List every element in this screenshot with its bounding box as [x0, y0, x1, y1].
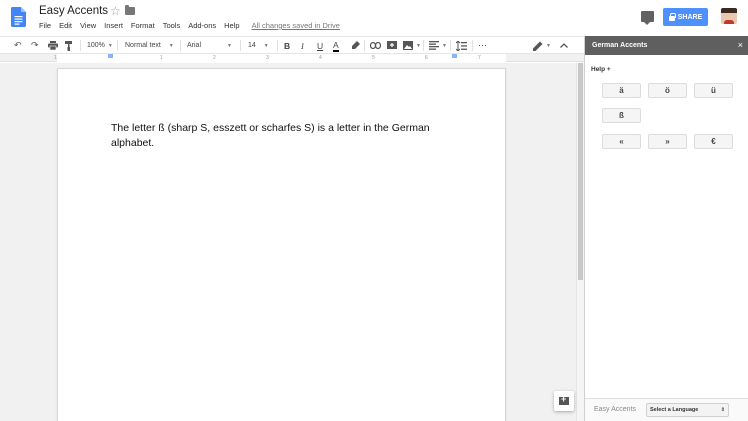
sidebar-header: German Accents ×: [585, 36, 748, 55]
ruler-number: 3: [266, 55, 269, 61]
scrollbar-thumb[interactable]: [578, 63, 583, 280]
toolbar-divider: [450, 40, 451, 51]
font-size-select[interactable]: 14 ▼: [248, 40, 269, 51]
folder-icon[interactable]: [125, 5, 135, 15]
ruler-number: 4: [319, 55, 322, 61]
comments-icon[interactable]: [641, 11, 654, 25]
font-value: Arial: [187, 42, 202, 49]
ruler-page-area: [57, 54, 506, 62]
save-status[interactable]: All changes saved in Drive: [252, 21, 340, 30]
underline-button[interactable]: U: [317, 40, 323, 51]
menu-view[interactable]: View: [80, 21, 96, 30]
language-select[interactable]: Select a Language ⇕: [646, 403, 729, 417]
docs-logo-icon[interactable]: [11, 7, 26, 27]
select-arrows-icon: ⇕: [720, 407, 725, 413]
style-value: Normal text: [125, 42, 161, 49]
toolbar-divider: [277, 40, 278, 51]
add-comment-icon: [559, 394, 569, 405]
menu-add-ons[interactable]: Add-ons: [188, 21, 216, 30]
menu-insert[interactable]: Insert: [104, 21, 123, 30]
share-button[interactable]: SHARE: [663, 8, 708, 26]
zoom-select[interactable]: 100% ▼: [87, 40, 113, 51]
style-select[interactable]: Normal text ▼: [125, 40, 174, 51]
menu-help[interactable]: Help: [224, 21, 239, 30]
menu-edit[interactable]: Edit: [59, 21, 72, 30]
star-icon[interactable]: ☆: [110, 4, 121, 18]
menu-tools[interactable]: Tools: [163, 21, 181, 30]
accent-euro-button[interactable]: €: [694, 134, 733, 149]
addon-sidebar: German Accents × Help + ä ö ü ß « » € Ea…: [584, 36, 748, 421]
line-spacing-icon[interactable]: [456, 40, 467, 51]
right-indent-marker[interactable]: [452, 54, 457, 58]
redo-icon[interactable]: ↷: [31, 40, 39, 51]
accent-right-guillemet-button[interactable]: »: [648, 134, 687, 149]
document-page[interactable]: The letter ß (sharp S, esszett or scharf…: [57, 68, 506, 421]
menu-file[interactable]: File: [39, 21, 51, 30]
ruler-number: 5: [372, 55, 375, 61]
chevron-down-icon: ▼: [168, 42, 174, 49]
app-header: Easy Accents ☆ File Edit View Insert For…: [0, 0, 748, 36]
share-label: SHARE: [677, 13, 703, 21]
menu-format[interactable]: Format: [131, 21, 155, 30]
avatar[interactable]: [721, 8, 737, 24]
sidebar-footer: Easy Accents Select a Language ⇕: [585, 398, 748, 421]
indent-marker[interactable]: [108, 54, 113, 58]
text-color-button[interactable]: A: [333, 40, 339, 52]
more-options-icon[interactable]: ⋯: [478, 40, 487, 51]
editing-mode-icon[interactable]: ▼: [533, 40, 551, 51]
chevron-down-icon: ▼: [442, 42, 447, 49]
toolbar: ↶ ↷ 100% ▼ Normal text ▼ Arial ▼ 14 ▼ B I U …: [0, 36, 584, 54]
ruler-number: 1: [160, 55, 163, 61]
ruler-number: 1: [54, 55, 57, 61]
toolbar-divider: [240, 40, 241, 51]
chevron-down-icon: ▼: [107, 42, 113, 49]
ruler-number: 6: [425, 55, 428, 61]
chevron-down-icon: ▼: [546, 42, 551, 49]
toolbar-divider: [423, 40, 424, 51]
vertical-scrollbar[interactable]: [576, 63, 584, 421]
ruler: 1 1 2 3 4 5 6 7: [0, 54, 584, 62]
explore-button[interactable]: [554, 391, 574, 411]
document-body[interactable]: The letter ß (sharp S, esszett or scharf…: [111, 121, 451, 151]
toolbar-divider: [117, 40, 118, 51]
insert-comment-icon[interactable]: [387, 40, 397, 51]
italic-button[interactable]: I: [301, 40, 304, 51]
footer-app-name: Easy Accents: [594, 406, 637, 413]
insert-image-icon[interactable]: ▼: [403, 40, 421, 51]
toolbar-divider: [364, 40, 365, 51]
collapse-menu-icon[interactable]: [560, 40, 568, 51]
language-select-value: Select a Language: [650, 407, 699, 413]
accent-sharp-s-button[interactable]: ß: [602, 108, 641, 123]
print-icon[interactable]: [48, 40, 58, 51]
lock-icon: [668, 12, 676, 21]
align-icon[interactable]: ▼: [429, 40, 447, 51]
chevron-down-icon: ▼: [416, 42, 421, 49]
accent-a-umlaut-button[interactable]: ä: [602, 83, 641, 98]
accent-left-guillemet-button[interactable]: «: [602, 134, 641, 149]
toolbar-divider: [472, 40, 473, 51]
undo-icon[interactable]: ↶: [14, 40, 22, 51]
close-icon[interactable]: ×: [738, 36, 743, 55]
document-canvas: The letter ß (sharp S, esszett or scharf…: [0, 63, 576, 421]
highlight-icon[interactable]: [351, 40, 360, 51]
toolbar-divider: [80, 40, 81, 51]
menu-bar: File Edit View Insert Format Tools Add-o…: [39, 21, 348, 30]
chevron-down-icon: ▼: [263, 42, 269, 49]
accent-o-umlaut-button[interactable]: ö: [648, 83, 687, 98]
link-icon[interactable]: [370, 40, 381, 51]
paint-format-icon[interactable]: [65, 40, 73, 51]
zoom-value: 100%: [87, 42, 105, 49]
font-size-value: 14: [248, 42, 256, 49]
help-toggle[interactable]: Help +: [591, 66, 611, 73]
accent-u-umlaut-button[interactable]: ü: [694, 83, 733, 98]
toolbar-divider: [180, 40, 181, 51]
document-title[interactable]: Easy Accents: [39, 5, 108, 17]
font-select[interactable]: Arial ▼: [187, 40, 232, 51]
bold-button[interactable]: B: [284, 40, 290, 51]
ruler-number: 7: [478, 55, 481, 61]
chevron-down-icon: ▼: [227, 42, 232, 49]
ruler-number: 2: [213, 55, 216, 61]
sidebar-title: German Accents: [592, 42, 648, 49]
